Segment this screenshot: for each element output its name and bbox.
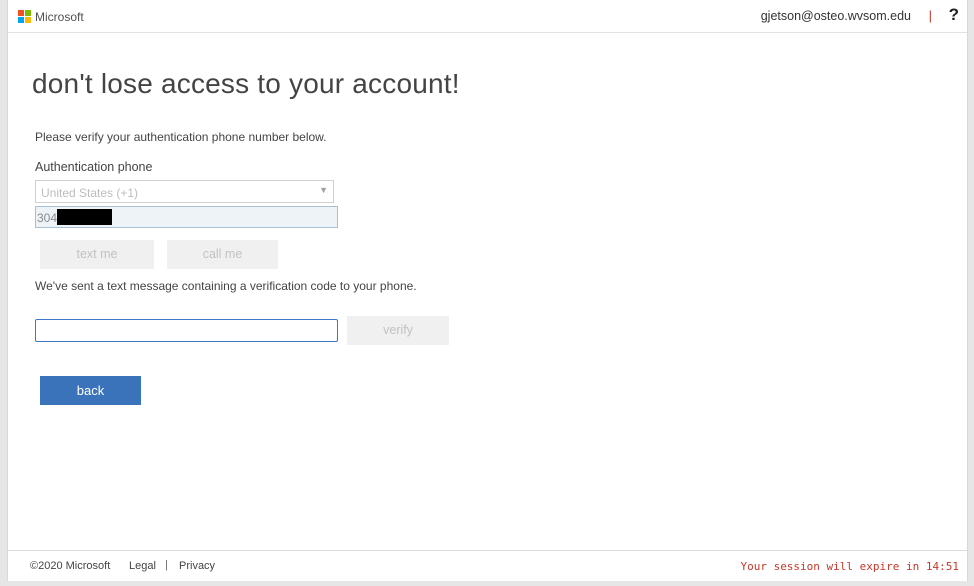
phone-number-input[interactable]: 304 (35, 206, 338, 228)
authentication-phone-label: Authentication phone (35, 160, 153, 174)
text-me-button[interactable]: text me (40, 240, 154, 269)
redacted-phone-digits (57, 209, 112, 225)
country-select[interactable]: United States (+1) ▼ (35, 180, 334, 203)
back-button[interactable]: back (40, 376, 141, 405)
page-title: don't lose access to your account! (32, 68, 460, 99)
code-sent-message: We've sent a text message containing a v… (35, 279, 417, 293)
page: Microsoft gjetson@osteo.wvsom.edu | ? do… (7, 0, 968, 581)
call-me-button[interactable]: call me (167, 240, 278, 269)
verify-button[interactable]: verify (347, 316, 449, 345)
footer: ©2020 Microsoft Legal | Privacy Your ses… (8, 550, 967, 582)
phone-number-prefix: 304 (37, 211, 58, 225)
verification-code-input[interactable] (35, 319, 338, 342)
legal-link[interactable]: Legal (129, 560, 156, 572)
top-bar: Microsoft gjetson@osteo.wvsom.edu | ? (8, 0, 967, 33)
user-email[interactable]: gjetson@osteo.wvsom.edu (761, 9, 911, 23)
microsoft-logo-icon (18, 10, 31, 23)
footer-separator: | (165, 559, 168, 571)
header-divider: | (928, 8, 932, 23)
brand-name: Microsoft (35, 10, 84, 24)
chevron-down-icon: ▼ (319, 185, 328, 195)
country-select-value: United States (+1) (41, 186, 139, 200)
instruction-text: Please verify your authentication phone … (35, 130, 327, 144)
help-button[interactable]: ? (949, 5, 959, 25)
privacy-link[interactable]: Privacy (179, 560, 215, 572)
session-expiry-text: Your session will expire in 14:51 (740, 560, 959, 573)
copyright-text: ©2020 Microsoft (30, 560, 111, 572)
